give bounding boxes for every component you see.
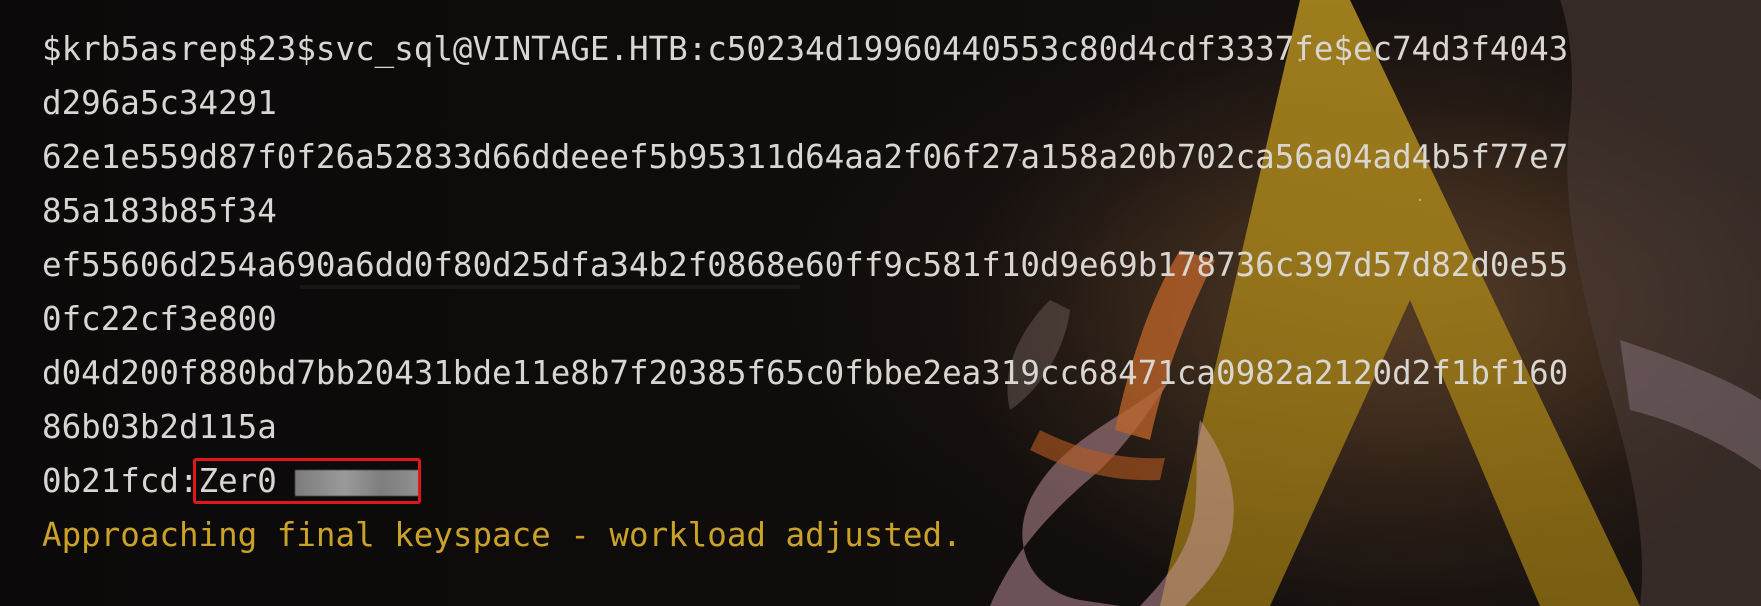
hash-line-1: $krb5asrep$23$svc_sql@VINTAGE.HTB:c50234…: [42, 30, 1569, 68]
hash-line-7: d04d200f880bd7bb20431bde11e8b7f20385f65c…: [42, 354, 1569, 392]
password-highlight: Zer0: [192, 454, 421, 508]
hash-line-5: ef55606d254a690a6dd0f80d25dfa34b2f0868e6…: [42, 246, 1569, 284]
hash-line-8: 86b03b2d115a: [42, 408, 277, 446]
terminal-output: $krb5asrep$23$svc_sql@VINTAGE.HTB:c50234…: [42, 22, 1568, 562]
hash-line-4: 85a183b85f34: [42, 192, 277, 230]
hash-line-3: 62e1e559d87f0f26a52833d66ddeeef5b95311d6…: [42, 138, 1569, 176]
cracked-result-line: 0b21fcd:Zer0: [42, 454, 1568, 508]
hash-line-6: 0fc22cf3e800: [42, 300, 277, 338]
status-message: Approaching final keyspace - workload ad…: [42, 516, 962, 554]
terminal-window[interactable]: $krb5asrep$23$svc_sql@VINTAGE.HTB:c50234…: [0, 0, 1761, 606]
result-prefix: 0b21fcd:: [42, 462, 199, 500]
hash-line-2: d296a5c34291: [42, 84, 277, 122]
highlight-box: [192, 458, 421, 504]
